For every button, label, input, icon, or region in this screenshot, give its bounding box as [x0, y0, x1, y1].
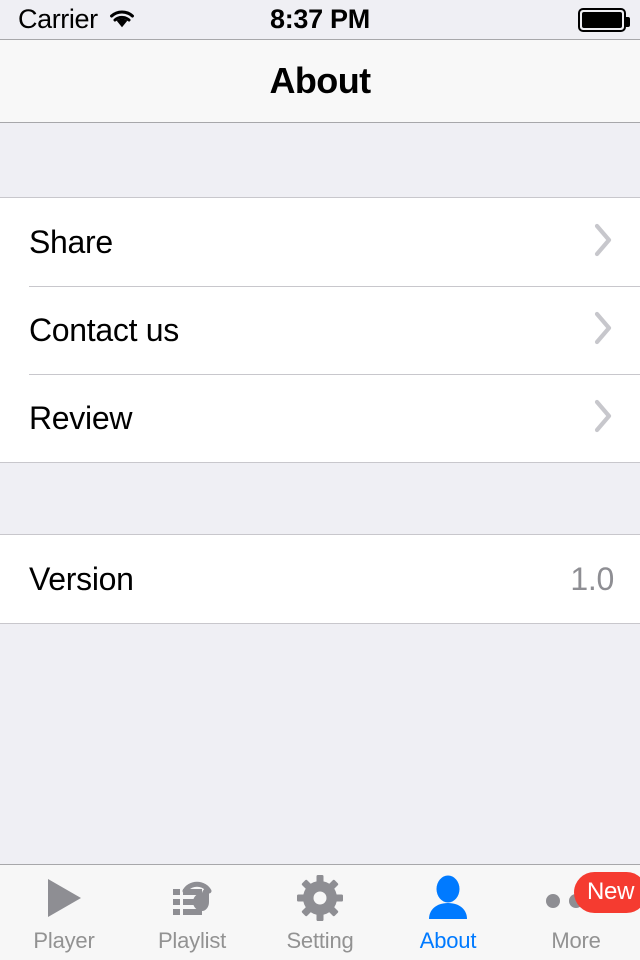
row-label: Review [29, 399, 133, 436]
status-badge: New [574, 871, 640, 913]
row-accessory [594, 223, 614, 262]
section-header-spacer-1 [0, 123, 640, 197]
tab-about[interactable]: About [384, 865, 512, 960]
tab-icon-container [128, 878, 256, 924]
tab-icon-container [384, 875, 512, 926]
headphones-list-icon [168, 875, 216, 926]
status-bar-right [578, 7, 640, 32]
status-bar: Carrier 8:37 PM [0, 0, 640, 40]
app-screen: Carrier 8:37 PM About Share Contact us R… [0, 0, 640, 960]
row-label: Version [29, 560, 134, 597]
chevron-right-icon [594, 223, 614, 262]
row-label: Share [29, 223, 113, 260]
row-label: Contact us [29, 311, 179, 348]
carrier-label: Carrier [18, 4, 98, 34]
chevron-right-icon [594, 399, 614, 438]
section-links: Share Contact us Review [0, 197, 640, 463]
chevron-right-icon [594, 311, 614, 350]
tab-icon-container [0, 878, 128, 924]
tab-icon-container [256, 875, 384, 926]
play-triangle-icon [43, 876, 85, 925]
tab-label: Player [33, 927, 95, 953]
tab-setting[interactable]: Setting [256, 865, 384, 960]
table-row-review[interactable]: Review [0, 374, 640, 462]
tab-bar: Player Playlist Setting About New More [0, 864, 640, 960]
tab-icon-container: New [512, 871, 640, 924]
battery-full-icon [578, 7, 630, 32]
table-row-contact-us[interactable]: Contact us [0, 286, 640, 374]
person-icon [427, 875, 469, 926]
tab-label: About [419, 927, 477, 953]
tab-label: Setting [286, 927, 354, 953]
table-row-share[interactable]: Share [0, 198, 640, 286]
tab-player[interactable]: Player [0, 865, 128, 960]
wifi-icon [108, 7, 136, 33]
row-accessory [594, 399, 614, 438]
page-title: About [269, 60, 372, 101]
section-header-spacer-2 [0, 463, 640, 534]
section-info: Version 1.0 [0, 534, 640, 624]
navigation-bar: About [0, 40, 640, 123]
tab-label: Playlist [157, 927, 227, 953]
settings-table: Share Contact us Review Version 1.0 [0, 123, 640, 864]
tab-more[interactable]: New More [512, 865, 640, 960]
row-accessory [594, 311, 614, 350]
tab-label: More [551, 927, 601, 953]
row-accessory: 1.0 [570, 561, 614, 598]
gear-icon [297, 875, 343, 926]
status-bar-left: Carrier [0, 4, 136, 35]
version-value: 1.0 [570, 560, 614, 597]
table-row-version: Version 1.0 [0, 535, 640, 623]
tab-playlist[interactable]: Playlist [128, 865, 256, 960]
